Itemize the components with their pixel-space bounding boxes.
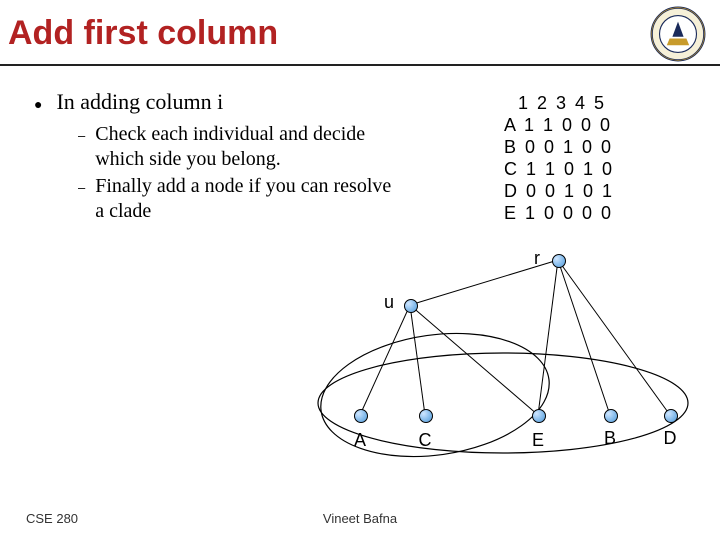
data-matrix: 1 2 3 4 5 A 1 1 0 0 0 B 0 0 1 0 0 C 1 1 … bbox=[504, 93, 614, 225]
bullet-l1-text: In adding column i bbox=[56, 88, 223, 116]
label-c: C bbox=[415, 430, 435, 451]
bullet-l2a-text: Check each individual and decide which s… bbox=[95, 122, 394, 172]
node-a bbox=[354, 409, 368, 423]
node-c bbox=[419, 409, 433, 423]
node-r bbox=[552, 254, 566, 268]
matrix-header: 1 2 3 4 5 bbox=[504, 93, 606, 113]
title-bar: Add first column bbox=[0, 0, 720, 66]
label-a: A bbox=[350, 430, 370, 451]
node-d bbox=[664, 409, 678, 423]
node-b bbox=[604, 409, 618, 423]
bullet-l2b-text: Finally add a node if you can resolve a … bbox=[95, 174, 394, 224]
bullet-icon: ● bbox=[34, 97, 42, 115]
bullet-level2: – Check each individual and decide which… bbox=[78, 122, 394, 172]
dash-icon: – bbox=[78, 180, 85, 196]
footer-author: Vineet Bafna bbox=[0, 511, 720, 526]
node-e bbox=[532, 409, 546, 423]
bullet-level1: ● In adding column i bbox=[34, 88, 394, 116]
matrix-row: C 1 1 0 1 0 bbox=[504, 159, 614, 179]
label-u: u bbox=[384, 292, 394, 313]
bullet-list: ● In adding column i – Check each indivi… bbox=[34, 88, 394, 226]
dash-icon: – bbox=[78, 128, 85, 144]
bullet-level2: – Finally add a node if you can resolve … bbox=[78, 174, 394, 224]
matrix-row: A 1 1 0 0 0 bbox=[504, 115, 612, 135]
label-b: B bbox=[600, 428, 620, 449]
matrix-row: B 0 0 1 0 0 bbox=[504, 137, 613, 157]
slide: Add first column ● In adding column i – … bbox=[0, 0, 720, 540]
uc-seal-icon bbox=[650, 6, 706, 62]
slide-title: Add first column bbox=[8, 15, 278, 52]
label-e: E bbox=[528, 430, 548, 451]
slide-body: ● In adding column i – Check each indivi… bbox=[0, 66, 720, 226]
label-r: r bbox=[534, 248, 540, 269]
node-u bbox=[404, 299, 418, 313]
matrix-row: E 1 0 0 0 0 bbox=[504, 203, 613, 223]
tree-diagram: r u A C E B D bbox=[300, 240, 700, 480]
matrix-row: D 0 0 1 0 1 bbox=[504, 181, 614, 201]
sub-bullets: – Check each individual and decide which… bbox=[78, 122, 394, 224]
label-d: D bbox=[660, 428, 680, 449]
